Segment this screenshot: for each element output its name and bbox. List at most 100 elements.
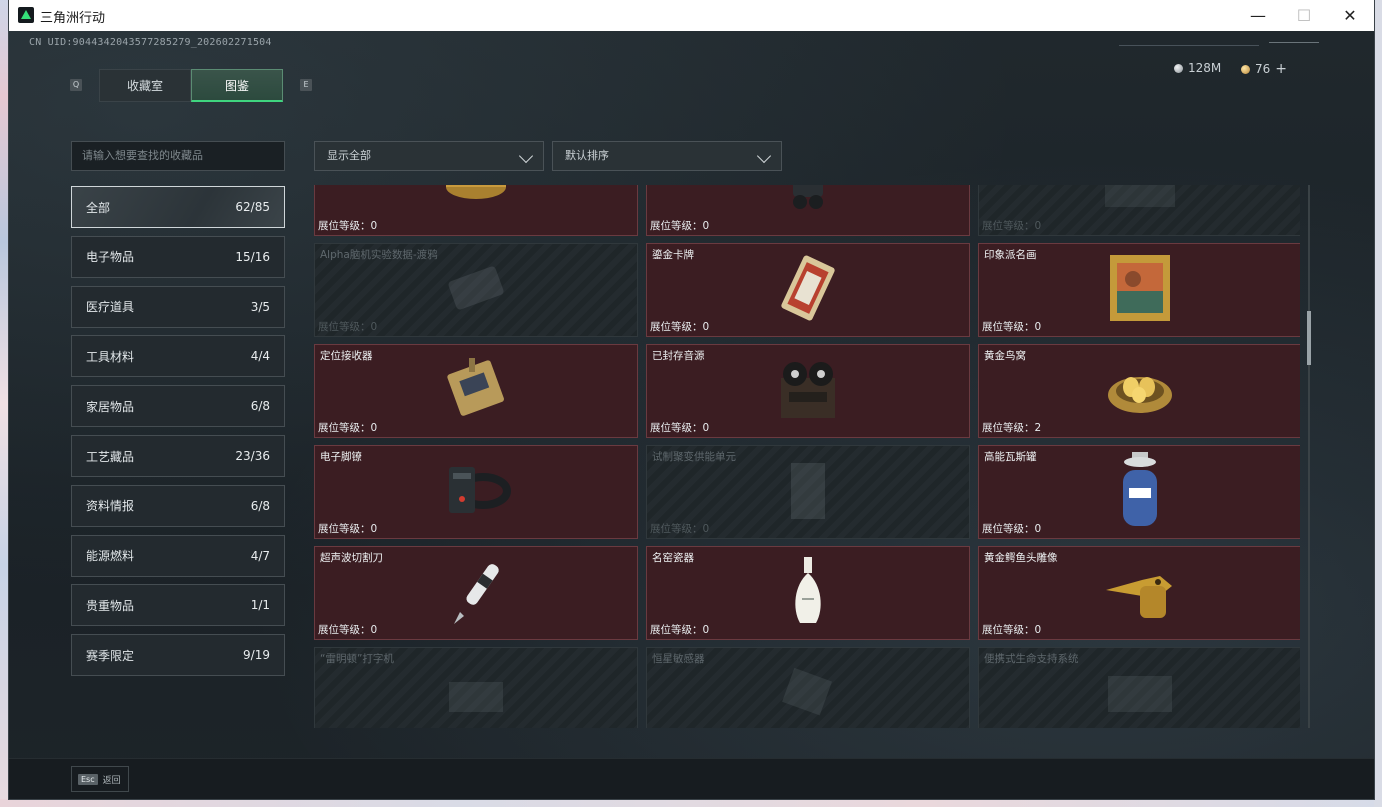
display-level-label: 展位等级： — [650, 220, 703, 232]
category-label: 工艺藏品 — [86, 449, 135, 464]
collectible-card[interactable]: “雷明顿”打字机 — [314, 647, 638, 728]
collectible-name: 已封存音源 — [652, 350, 705, 362]
tab-catalog[interactable]: 图鉴 — [191, 69, 283, 102]
decorative-line — [1269, 42, 1319, 43]
add-currency-button[interactable]: + — [1275, 61, 1287, 77]
category-item[interactable]: 家居物品 6/8 — [71, 385, 285, 428]
collectibles-grid: 展位等级：0 展位等级：0 展位等级：0 Alpha脑机实验数据-渡鸦 展位等级：0 鎏金… — [314, 185, 1300, 728]
display-level-label: 展位等级： — [982, 624, 1035, 636]
gold-crocodile-icon — [1102, 560, 1178, 626]
collectible-card[interactable]: 已封存音源 展位等级：0 — [646, 344, 970, 438]
category-item[interactable]: 医疗道具 3/5 — [71, 285, 285, 328]
search-input[interactable]: 请输入想要查找的收藏品 — [71, 141, 285, 171]
maximize-button[interactable]: ☐ — [1281, 0, 1327, 31]
display-level-value: 0 — [370, 422, 378, 434]
gold-amount: 76 — [1255, 62, 1271, 76]
display-level-label: 展位等级： — [318, 624, 371, 636]
close-button[interactable]: ✕ — [1327, 0, 1373, 31]
category-item[interactable]: 工艺藏品 23/36 — [71, 435, 285, 477]
collectible-name: “雷明顿”打字机 — [320, 653, 394, 665]
footer-bar — [9, 758, 1374, 799]
category-item[interactable]: 资料情报 6/8 — [71, 484, 285, 527]
display-level: 展位等级：0 — [318, 319, 377, 334]
desktop-background-right — [1374, 0, 1382, 807]
display-level-value: 0 — [1034, 220, 1042, 232]
category-count: 6/8 — [250, 399, 270, 414]
category-count: 15/16 — [235, 249, 270, 264]
display-level-value: 0 — [370, 523, 378, 535]
collectible-card[interactable]: Alpha脑机实验数据-渡鸦 展位等级：0 — [314, 243, 638, 337]
collectible-card[interactable]: 名窑瓷器 展位等级：0 — [646, 546, 970, 640]
category-item[interactable]: 贵重物品 1/1 — [71, 584, 285, 627]
generic-box-icon — [1095, 185, 1185, 221]
category-count: 4/4 — [250, 349, 270, 364]
typewriter-icon — [441, 662, 511, 726]
tab-next-key-hint: E — [300, 79, 312, 91]
collectible-card[interactable]: 展位等级：0 — [978, 185, 1300, 236]
robot-device-icon — [778, 185, 838, 221]
collectible-name: Alpha脑机实验数据-渡鸦 — [320, 249, 438, 261]
collectible-card[interactable]: 定位接收器 展位等级：0 — [314, 344, 638, 438]
framed-painting-icon — [1105, 251, 1175, 329]
category-item[interactable]: 电子物品 15/16 — [71, 235, 285, 278]
category-count: 23/36 — [235, 449, 270, 463]
collectible-name: 黄金鸟窝 — [984, 350, 1026, 362]
display-level-value: 0 — [702, 523, 710, 535]
display-level-value: 0 — [702, 321, 710, 333]
collectible-card[interactable]: 电子脚镣 展位等级：0 — [314, 445, 638, 539]
category-item[interactable]: 赛季限定 9/19 — [71, 634, 285, 677]
category-count: 4/7 — [250, 548, 270, 563]
scrollbar-track[interactable] — [1308, 185, 1310, 728]
ultrasonic-knife-icon — [446, 556, 506, 630]
back-button[interactable]: Esc 返回 — [71, 766, 129, 792]
gilded-card-icon — [773, 253, 843, 327]
top-tabs: 收藏室 图鉴 — [99, 69, 283, 102]
collectible-name: 电子脚镣 — [320, 451, 362, 463]
gold-coin-icon — [1241, 64, 1250, 74]
collectible-card[interactable]: 试制聚变供能单元 展位等级：0 — [646, 445, 970, 539]
display-level-value: 0 — [1034, 321, 1042, 333]
sort-dropdown[interactable]: 默认排序 — [552, 141, 782, 171]
display-level: 展位等级：0 — [650, 521, 709, 536]
display-level-label: 展位等级： — [982, 422, 1035, 434]
display-level-label: 展位等级： — [318, 321, 371, 333]
category-item[interactable]: 能源燃料 4/7 — [71, 534, 285, 577]
collectible-card[interactable]: 黄金鳄鱼头雕像 展位等级：0 — [978, 546, 1300, 640]
collectible-card[interactable]: 超声波切割刀 展位等级：0 — [314, 546, 638, 640]
silver-currency: 128M — [1174, 61, 1221, 75]
collectible-card[interactable]: 印象派名画 展位等级：0 — [978, 243, 1300, 337]
window-title: 三角洲行动 — [40, 11, 106, 26]
collectible-card[interactable]: 黄金鸟窝展位等级：2 — [978, 344, 1300, 438]
fusion-cell-icon — [783, 455, 833, 529]
category-count: 6/8 — [250, 498, 270, 513]
gold-tin-icon — [441, 185, 511, 221]
collectible-card[interactable]: 展位等级：0 — [314, 185, 638, 236]
display-level-value: 0 — [1034, 523, 1042, 535]
desktop-background-bottom — [0, 799, 1382, 807]
silver-amount: 128M — [1188, 61, 1222, 75]
collectible-card[interactable]: 展位等级：0 — [646, 185, 970, 236]
golden-nest-icon — [1105, 359, 1175, 423]
collectible-card[interactable]: 便携式生命支持系统 — [978, 647, 1300, 728]
category-item[interactable]: 工具材料 4/4 — [71, 335, 285, 378]
collectible-card[interactable]: 鎏金卡牌 展位等级：0 — [646, 243, 970, 337]
desktop-background-left — [0, 0, 9, 807]
porcelain-vase-icon — [788, 555, 828, 631]
star-sensor-icon — [773, 662, 843, 726]
display-level: 展位等级：0 — [982, 218, 1041, 233]
category-label: 工具材料 — [86, 349, 135, 364]
display-level: 展位等级：2 — [982, 420, 1041, 435]
minimize-button[interactable]: — — [1235, 0, 1281, 31]
reel-recorder-icon — [773, 356, 843, 426]
scrollbar-thumb[interactable] — [1307, 311, 1311, 365]
collectible-name: 印象派名画 — [984, 249, 1037, 261]
category-item[interactable]: 全部 62/85 — [71, 186, 285, 228]
display-level-value: 0 — [370, 220, 378, 232]
display-level: 展位等级：0 — [650, 218, 709, 233]
collectible-card[interactable]: 恒星敏感器 — [646, 647, 970, 728]
tab-collection-room[interactable]: 收藏室 — [99, 69, 191, 102]
collectible-card[interactable]: 高能瓦斯罐 展位等级：0 — [978, 445, 1300, 539]
filter-dropdown[interactable]: 显示全部 — [314, 141, 544, 171]
category-label: 赛季限定 — [86, 648, 135, 663]
chevron-down-icon — [756, 148, 772, 164]
